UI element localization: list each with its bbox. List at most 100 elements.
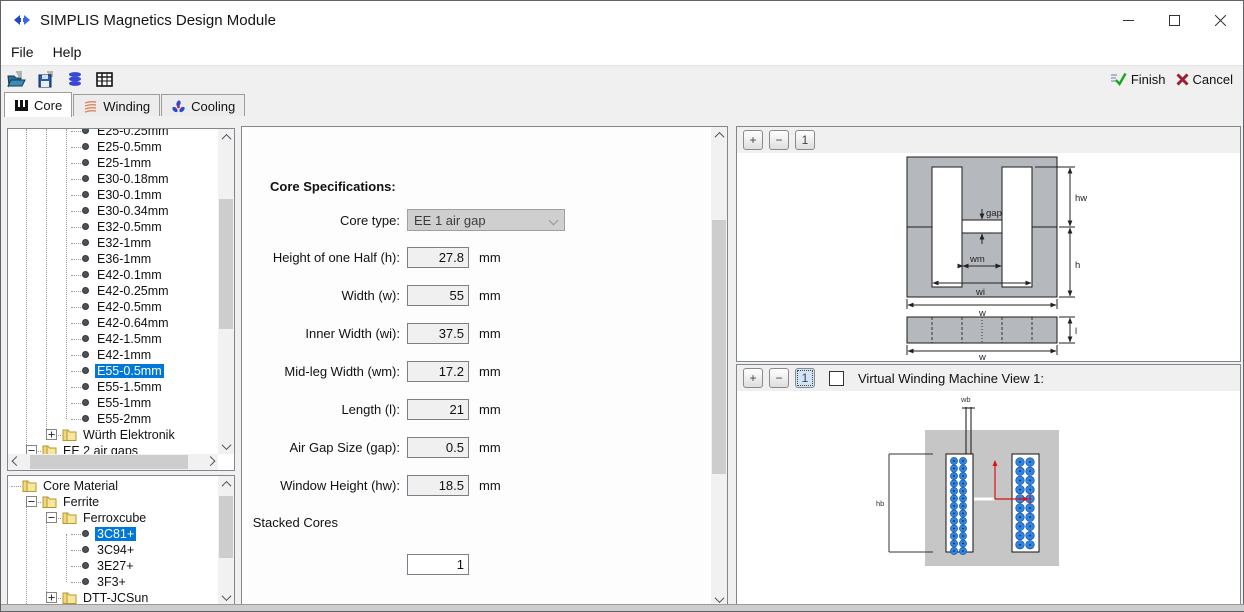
- core-tree-vscrollbar[interactable]: [218, 129, 234, 454]
- tree-item-label: E25-0.5mm: [95, 140, 164, 154]
- material-tree-vscrollbar[interactable]: [218, 476, 234, 605]
- expand-plus-icon[interactable]: [46, 429, 57, 440]
- tree-item-3e27[interactable]: 3E27+: [8, 558, 218, 574]
- close-button[interactable]: [1197, 1, 1243, 39]
- tab-cooling[interactable]: Cooling: [161, 94, 245, 117]
- tree-item-label: E55-2mm: [95, 412, 153, 426]
- field-input-mid-leg-width-wm[interactable]: [407, 361, 469, 382]
- scroll-down-arrow[interactable]: [218, 589, 234, 605]
- zoom-out-button[interactable]: −: [769, 130, 789, 150]
- scroll-down-arrow[interactable]: [218, 438, 234, 454]
- tree-item-e30-0-1mm[interactable]: E30-0.1mm: [8, 187, 218, 203]
- tree-item-e42-0-25mm[interactable]: E42-0.25mm: [8, 283, 218, 299]
- collapse-minus-icon[interactable]: [26, 496, 37, 507]
- form-vscrollbar[interactable]: [711, 127, 727, 607]
- save-design-icon[interactable]: [36, 70, 56, 88]
- scroll-right-arrow[interactable]: [202, 454, 218, 470]
- field-input-length-l[interactable]: [407, 399, 469, 420]
- zoom-out-button[interactable]: −: [769, 368, 789, 388]
- tree-item-label: E55-1mm: [95, 396, 153, 410]
- stacked-cores-input[interactable]: [407, 554, 469, 575]
- menu-help[interactable]: Help: [52, 42, 83, 62]
- scroll-up-arrow[interactable]: [711, 127, 727, 143]
- window-title: SIMPLIS Magnetics Design Module: [40, 12, 276, 29]
- collapse-minus-icon[interactable]: [46, 512, 57, 523]
- field-label-length-l: Length (l):: [242, 402, 400, 417]
- tree-item-e30-0-18mm[interactable]: E30-0.18mm: [8, 171, 218, 187]
- tree-item-e42-1-5mm[interactable]: E42-1.5mm: [8, 331, 218, 347]
- finish-check-icon: [1110, 72, 1127, 86]
- tree-bullet-icon: [82, 159, 89, 166]
- tree-item-e25-1mm[interactable]: E25-1mm: [8, 155, 218, 171]
- tree-item-e36-1mm[interactable]: E36-1mm: [8, 251, 218, 267]
- tree-item-e32-1mm[interactable]: E32-1mm: [8, 235, 218, 251]
- tree-item-ferrite[interactable]: Ferrite: [8, 494, 218, 510]
- field-input-width-w[interactable]: [407, 285, 469, 306]
- wb-label: wb: [960, 395, 971, 404]
- scroll-thumb[interactable]: [219, 496, 233, 558]
- tree-bullet-icon: [82, 303, 89, 310]
- tree-item-3f3[interactable]: 3F3+: [8, 574, 218, 590]
- tab-label: Core: [34, 98, 62, 113]
- tree-item-label: 3C94+: [95, 543, 136, 557]
- tree-item-e25-0-25mm[interactable]: E25-0.25mm: [8, 128, 218, 139]
- tree-bullet-icon: [82, 255, 89, 262]
- tree-item-e55-1-5mm[interactable]: E55-1.5mm: [8, 379, 218, 395]
- tree-item-core-material[interactable]: Core Material: [8, 478, 218, 494]
- tree-item-w-rth-elektronik[interactable]: Würth Elektronik: [8, 427, 218, 443]
- expand-plus-icon[interactable]: [46, 592, 57, 603]
- tree-item-e25-0-5mm[interactable]: E25-0.5mm: [8, 139, 218, 155]
- tree-bullet-icon: [82, 335, 89, 342]
- tree-item-e55-0-5mm[interactable]: E55-0.5mm: [8, 363, 218, 379]
- zoom-actual-button[interactable]: 1: [795, 130, 815, 150]
- tree-item-e55-2mm[interactable]: E55-2mm: [8, 411, 218, 427]
- finish-button[interactable]: Finish: [1110, 72, 1166, 87]
- scroll-thumb[interactable]: [30, 455, 188, 469]
- winding-view-checkbox[interactable]: [829, 371, 844, 386]
- tree-item-3c81[interactable]: 3C81+: [8, 526, 218, 542]
- tree-item-e42-1mm[interactable]: E42-1mm: [8, 347, 218, 363]
- minimize-button[interactable]: [1105, 1, 1151, 39]
- tree-item-e42-0-64mm[interactable]: E42-0.64mm: [8, 315, 218, 331]
- tab-label: Winding: [103, 99, 150, 114]
- tree-item-ferroxcube[interactable]: Ferroxcube: [8, 510, 218, 526]
- open-design-icon[interactable]: [7, 70, 27, 88]
- tree-connector: [71, 566, 81, 567]
- tab-winding[interactable]: Winding: [73, 94, 160, 117]
- tree-item-label: 3E27+: [95, 559, 136, 573]
- scroll-up-arrow[interactable]: [218, 129, 234, 145]
- tree-bullet-icon: [82, 128, 89, 134]
- cancel-x-icon: [1176, 73, 1189, 86]
- cancel-button[interactable]: Cancel: [1176, 72, 1233, 87]
- tree-item-e30-0-34mm[interactable]: E30-0.34mm: [8, 203, 218, 219]
- database-icon[interactable]: [65, 70, 85, 88]
- field-unit: mm: [479, 440, 501, 455]
- tab-core[interactable]: Core: [4, 92, 72, 117]
- zoom-in-button[interactable]: +: [743, 368, 763, 388]
- tree-item-label: E30-0.1mm: [95, 188, 164, 202]
- core-specifications-panel: Core Specifications: Core type: EE 1 air…: [241, 126, 728, 608]
- maximize-button[interactable]: [1151, 1, 1197, 39]
- core-type-dropdown[interactable]: EE 1 air gap: [407, 209, 565, 231]
- tree-item-e42-0-5mm[interactable]: E42-0.5mm: [8, 299, 218, 315]
- scroll-up-arrow[interactable]: [218, 476, 234, 492]
- zoom-actual-button[interactable]: 1: [795, 368, 815, 388]
- scroll-thumb[interactable]: [219, 199, 233, 329]
- tree-item-e32-0-5mm[interactable]: E32-0.5mm: [8, 219, 218, 235]
- field-input-air-gap-size-gap[interactable]: [407, 437, 469, 458]
- field-unit: mm: [479, 288, 501, 303]
- tree-item-e42-0-1mm[interactable]: E42-0.1mm: [8, 267, 218, 283]
- core-tree-hscrollbar[interactable]: [8, 454, 218, 470]
- zoom-in-button[interactable]: +: [743, 130, 763, 150]
- menu-file[interactable]: File: [10, 42, 35, 62]
- field-input-window-height-hw[interactable]: [407, 475, 469, 496]
- tree-connector: [71, 339, 81, 340]
- tree-item-3c94[interactable]: 3C94+: [8, 542, 218, 558]
- table-icon[interactable]: [94, 70, 114, 88]
- tree-connector: [71, 211, 81, 212]
- field-input-inner-width-wi[interactable]: [407, 323, 469, 344]
- scroll-thumb[interactable]: [712, 220, 726, 474]
- field-input-height-of-one-half-h[interactable]: [407, 247, 469, 268]
- tree-item-e55-1mm[interactable]: E55-1mm: [8, 395, 218, 411]
- scroll-left-arrow[interactable]: [8, 454, 24, 470]
